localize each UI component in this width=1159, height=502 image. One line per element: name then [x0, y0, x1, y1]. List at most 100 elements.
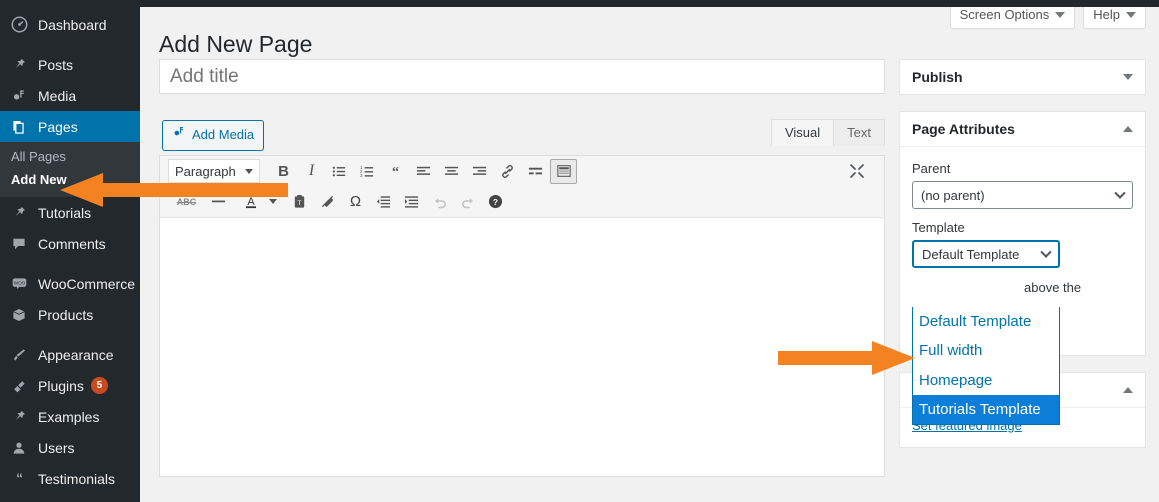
sidebar-item-label: Appearance: [38, 346, 114, 363]
template-option-default[interactable]: Default Template: [913, 307, 1059, 336]
add-media-label: Add Media: [192, 127, 255, 142]
italic-icon[interactable]: I: [298, 159, 325, 184]
pages-submenu: All Pages Add New: [0, 142, 140, 197]
woo-icon: WOO: [9, 274, 29, 294]
sidebar-item-plugins[interactable]: Plugins 5: [0, 370, 140, 401]
submenu-item-add-new[interactable]: Add New: [0, 168, 140, 191]
template-select-value: Default Template: [922, 246, 1020, 262]
sidebar-item-products[interactable]: Products: [0, 299, 140, 330]
sidebar-item-label: Users: [38, 439, 75, 456]
toolbar-toggle-icon[interactable]: [550, 158, 577, 184]
keyboard-shortcuts-icon[interactable]: ?: [482, 189, 509, 214]
parent-select[interactable]: (no parent): [912, 181, 1133, 209]
screen-options-label: Screen Options: [959, 7, 1050, 22]
sidebar-item-examples[interactable]: Examples: [0, 401, 140, 432]
blockquote-icon[interactable]: “: [382, 159, 409, 184]
redo-icon[interactable]: [454, 189, 481, 214]
sidebar-item-label: Products: [38, 306, 94, 323]
svg-text:T: T: [298, 200, 302, 207]
distraction-free-icon[interactable]: [843, 159, 870, 184]
sidebar-item-testimonials[interactable]: “ Testimonials: [0, 463, 140, 494]
sidebar-item-label: Posts: [38, 56, 74, 73]
sidebar-item-comments[interactable]: Comments: [0, 228, 140, 259]
chevron-up-icon[interactable]: [1123, 126, 1133, 132]
sidebar-item-pages[interactable]: Pages: [0, 111, 148, 142]
bulleted-list-icon[interactable]: [326, 159, 353, 184]
text-color-icon[interactable]: A: [237, 189, 264, 214]
numbered-list-icon[interactable]: 123: [354, 159, 381, 184]
align-center-icon[interactable]: [438, 159, 465, 184]
sidebar-item-woocommerce[interactable]: WOO WooCommerce: [0, 268, 140, 299]
template-label: Template: [912, 220, 965, 235]
sidebar-item-label: WooCommerce: [38, 275, 135, 292]
chevron-down-icon: [1040, 246, 1052, 258]
order-help-text: above the: [912, 278, 1133, 298]
chevron-down-icon[interactable]: [265, 189, 280, 214]
chevron-down-icon: [1055, 11, 1066, 18]
editor-wrap: Add Media Visual Text Paragraph B I 1 2 …: [159, 119, 885, 477]
admin-sidebar-menu: Dashboard Posts Media Pages All Pages Ad…: [0, 0, 148, 502]
undo-icon[interactable]: [426, 189, 453, 214]
insert-link-icon[interactable]: [494, 159, 521, 184]
paragraph-format-select[interactable]: Paragraph: [168, 159, 260, 184]
template-select[interactable]: Default Template: [912, 240, 1060, 268]
sidebar-item-label: Examples: [38, 408, 100, 425]
chevron-up-icon[interactable]: [1123, 387, 1133, 393]
toolbar-row-1: Paragraph B I 123 “: [160, 156, 884, 187]
sidebar-item-posts[interactable]: Posts: [0, 49, 140, 80]
template-option-full-width[interactable]: Full width: [913, 336, 1059, 365]
template-option-homepage[interactable]: Homepage: [913, 366, 1059, 395]
sidebar-item-label: Dashboard: [38, 16, 107, 33]
menu-group-spacer-3: [0, 330, 140, 339]
sidebar-item-label: Media: [38, 87, 77, 104]
template-dropdown-list[interactable]: Default Template Full width Homepage Tut…: [912, 307, 1060, 425]
align-right-icon[interactable]: [466, 159, 493, 184]
toolbar-row-2: ABC A T Ω ?: [160, 187, 884, 217]
sidebar-item-dashboard[interactable]: Dashboard: [0, 9, 140, 40]
editor-toolbar: Paragraph B I 123 “ ABC A T Ω ?: [159, 154, 885, 217]
read-more-icon[interactable]: [522, 159, 549, 184]
editor-mode-tabs: Visual Text: [770, 119, 885, 146]
clear-formatting-icon[interactable]: [314, 189, 341, 214]
strikethrough-icon[interactable]: ABC: [173, 189, 200, 214]
editor-content-area[interactable]: [159, 216, 885, 477]
tab-visual[interactable]: Visual: [770, 119, 835, 146]
align-left-icon[interactable]: [410, 159, 437, 184]
paste-as-text-icon[interactable]: T: [286, 189, 313, 214]
pages-icon: [9, 117, 29, 137]
sidebar-item-appearance[interactable]: Appearance: [0, 339, 140, 370]
svg-text:“: “: [392, 164, 399, 179]
help-label: Help: [1093, 7, 1120, 22]
box-icon: [9, 305, 29, 325]
page-attributes-body: Parent (no parent) Template Default Temp…: [900, 147, 1145, 425]
publish-metabox-header[interactable]: Publish: [900, 60, 1145, 94]
page-attributes-metabox: Page Attributes Parent (no parent) Templ…: [899, 111, 1146, 425]
page-attributes-header[interactable]: Page Attributes: [900, 112, 1145, 147]
order-help-visible-text: above the: [1024, 280, 1082, 295]
parent-select-value: (no parent): [921, 187, 985, 203]
submenu-item-all-pages[interactable]: All Pages: [0, 145, 140, 168]
template-option-tutorials[interactable]: Tutorials Template: [913, 394, 1059, 424]
horizontal-rule-icon[interactable]: [205, 189, 232, 214]
page-attributes-title: Page Attributes: [912, 121, 1015, 137]
decrease-indent-icon[interactable]: [370, 189, 397, 214]
media-icon: [172, 125, 186, 146]
sidebar-item-label: Pages: [38, 118, 78, 135]
bold-icon[interactable]: B: [270, 159, 297, 184]
sidebar-item-label: Plugins: [38, 377, 84, 394]
menu-group-spacer-2: [0, 259, 140, 268]
sidebar-item-users[interactable]: Users: [0, 432, 140, 463]
tab-text[interactable]: Text: [833, 119, 885, 146]
sidebar-item-media[interactable]: Media: [0, 80, 140, 111]
admin-content-area: Screen Options Help Add New Page Add Med…: [140, 2, 1159, 502]
svg-text:WOO: WOO: [13, 280, 25, 285]
publish-metabox: Publish: [899, 59, 1146, 95]
special-character-icon[interactable]: Ω: [342, 189, 369, 214]
chevron-down-icon[interactable]: [1123, 74, 1133, 80]
add-media-button[interactable]: Add Media: [162, 120, 265, 151]
increase-indent-icon[interactable]: [398, 189, 425, 214]
dashboard-icon: [9, 15, 29, 35]
sidebar-item-tutorials[interactable]: Tutorials: [0, 197, 140, 228]
plug-icon: [9, 376, 29, 396]
page-title-input[interactable]: [159, 59, 885, 94]
